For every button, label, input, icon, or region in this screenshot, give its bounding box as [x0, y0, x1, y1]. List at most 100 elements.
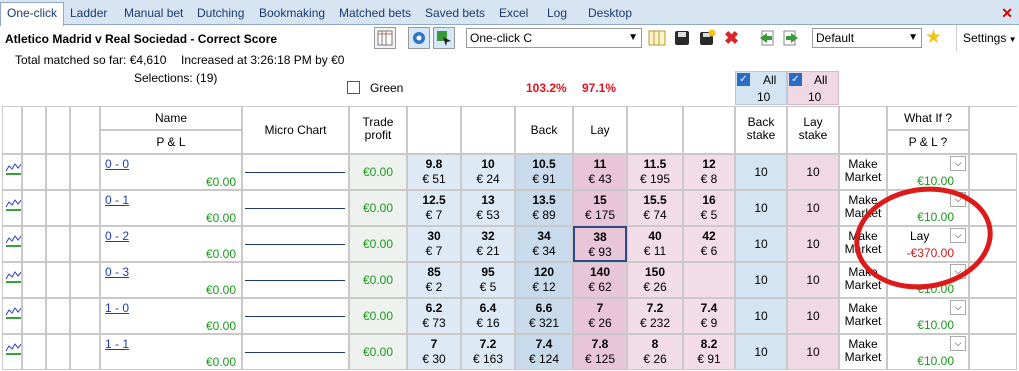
back-price-1[interactable]: 85 € 2 — [407, 262, 461, 298]
back-price-2[interactable]: 32 € 21 — [461, 226, 515, 262]
lay-price-3[interactable]: 8.2 € 91 — [683, 334, 735, 370]
tab-manual-bet[interactable]: Manual bet — [124, 3, 183, 25]
back-price-2[interactable]: 13 € 53 — [461, 190, 515, 226]
star-icon[interactable]: ★ — [925, 26, 942, 49]
cursor-icon[interactable] — [433, 27, 455, 49]
lay-price-2[interactable]: 40 € 11 — [627, 226, 683, 262]
chevron-down-icon[interactable]: ⌵ — [950, 156, 966, 171]
tab-desktop[interactable]: Desktop — [588, 3, 632, 25]
chart-icon-cell[interactable] — [2, 154, 22, 190]
back-price-3[interactable]: 10.5 € 91 — [515, 154, 573, 190]
green-checkbox[interactable] — [347, 81, 360, 94]
make-market-button[interactable]: Make Market — [839, 334, 887, 370]
lay-price-3[interactable]: 12 € 8 — [683, 154, 735, 190]
columns-config-icon[interactable] — [647, 29, 667, 50]
chart-icon[interactable] — [5, 340, 22, 356]
tab-ladder[interactable]: Ladder — [70, 3, 107, 25]
back-price-1[interactable]: 7 € 30 — [407, 334, 461, 370]
trade-profit[interactable]: €0.00 — [349, 262, 407, 298]
all-back-checkbox[interactable]: ✓ — [737, 73, 750, 86]
runner-name[interactable]: 0 - 0 — [105, 157, 129, 171]
lay-price-3[interactable]: 42 € 6 — [683, 226, 735, 262]
chart-icon-cell[interactable] — [2, 298, 22, 334]
chart-icon[interactable] — [5, 160, 22, 176]
chart-icon[interactable] — [5, 196, 22, 212]
settings-menu[interactable]: Settings ▼ — [963, 31, 1017, 45]
close-icon[interactable]: ✕ — [1001, 5, 1013, 22]
lay-price-1[interactable]: 140 € 62 — [573, 262, 627, 298]
trade-profit[interactable]: €0.00 — [349, 298, 407, 334]
profile-select[interactable]: One-click C ▼ — [466, 28, 642, 48]
back-price-2[interactable]: 6.4 € 16 — [461, 298, 515, 334]
lay-price-3[interactable] — [683, 262, 735, 298]
back-stake-input[interactable]: 10 — [735, 262, 787, 298]
tab-matched-bets[interactable]: Matched bets — [339, 3, 411, 25]
lay-price-1[interactable]: 7.8 € 125 — [573, 334, 627, 370]
all-back-stake[interactable]: 10 — [757, 90, 770, 104]
back-stake-input[interactable]: 10 — [735, 154, 787, 190]
save-new-icon[interactable] — [698, 29, 716, 50]
runner-name[interactable]: 0 - 3 — [105, 265, 129, 279]
back-price-3[interactable]: 13.5 € 89 — [515, 190, 573, 226]
back-stake-input[interactable]: 10 — [735, 334, 787, 370]
layout-select[interactable]: Default ▼ — [812, 28, 922, 48]
tab-saved-bets[interactable]: Saved bets — [425, 3, 485, 25]
export-icon[interactable] — [782, 29, 800, 50]
make-market-button[interactable]: Make Market — [839, 154, 887, 190]
lay-price-2[interactable]: 150 € 26 — [627, 262, 683, 298]
chevron-down-icon[interactable]: ⌵ — [950, 300, 966, 315]
trade-profit[interactable]: €0.00 — [349, 154, 407, 190]
runner-name[interactable]: 1 - 0 — [105, 301, 129, 315]
tab-excel[interactable]: Excel — [499, 3, 528, 25]
lay-price-3[interactable]: 16 € 5 — [683, 190, 735, 226]
tab-dutching[interactable]: Dutching — [197, 3, 244, 25]
back-price-1[interactable]: 6.2 € 73 — [407, 298, 461, 334]
tab-one-click[interactable]: One-click — [0, 2, 65, 26]
back-price-1[interactable]: 12.5 € 7 — [407, 190, 461, 226]
back-price-3[interactable]: 7.4 € 124 — [515, 334, 573, 370]
save-icon[interactable] — [673, 29, 691, 50]
trade-profit[interactable]: €0.00 — [349, 226, 407, 262]
chart-icon-cell[interactable] — [2, 262, 22, 298]
lay-stake-input[interactable]: 10 — [787, 226, 839, 262]
runner-name[interactable]: 0 - 1 — [105, 193, 129, 207]
runner-name[interactable]: 0 - 2 — [105, 229, 129, 243]
back-price-1[interactable]: 30 € 7 — [407, 226, 461, 262]
import-icon[interactable] — [758, 29, 776, 50]
back-stake-input[interactable]: 10 — [735, 190, 787, 226]
all-lay-checkbox[interactable]: ✓ — [789, 73, 802, 86]
chart-icon[interactable] — [5, 232, 22, 248]
lay-stake-input[interactable]: 10 — [787, 334, 839, 370]
back-price-2[interactable]: 10 € 24 — [461, 154, 515, 190]
chart-icon[interactable] — [5, 268, 22, 284]
lay-price-3[interactable]: 7.4 € 9 — [683, 298, 735, 334]
what-if-cell[interactable]: €10.00 ⌵ — [887, 298, 969, 334]
lay-price-2[interactable]: 7.2 € 232 — [627, 298, 683, 334]
chart-icon-cell[interactable] — [2, 226, 22, 262]
lay-stake-input[interactable]: 10 — [787, 154, 839, 190]
all-lay-stake[interactable]: 10 — [808, 90, 821, 104]
columns-icon[interactable] — [374, 27, 396, 49]
back-price-3[interactable]: 34 € 34 — [515, 226, 573, 262]
back-price-3[interactable]: 120 € 12 — [515, 262, 573, 298]
what-if-cell[interactable]: €10.00 ⌵ — [887, 154, 969, 190]
lay-stake-input[interactable]: 10 — [787, 298, 839, 334]
back-stake-input[interactable]: 10 — [735, 298, 787, 334]
lay-price-2[interactable]: 8 € 26 — [627, 334, 683, 370]
make-market-button[interactable]: Make Market — [839, 298, 887, 334]
delete-icon[interactable]: ✖ — [724, 28, 739, 49]
trade-profit[interactable]: €0.00 — [349, 334, 407, 370]
tab-log[interactable]: Log — [547, 3, 567, 25]
chart-icon-cell[interactable] — [2, 190, 22, 226]
gear-icon[interactable] — [408, 27, 430, 49]
lay-price-1[interactable]: 11 € 43 — [573, 154, 627, 190]
what-if-cell[interactable]: €10.00 ⌵ — [887, 334, 969, 370]
lay-price-1[interactable]: 7 € 26 — [573, 298, 627, 334]
tab-bookmaking[interactable]: Bookmaking — [259, 3, 325, 25]
lay-price-1[interactable]: 38 € 93 — [573, 226, 627, 262]
back-price-1[interactable]: 9.8 € 51 — [407, 154, 461, 190]
back-price-3[interactable]: 6.6 € 321 — [515, 298, 573, 334]
header-name[interactable]: Name — [100, 106, 242, 130]
runner-name[interactable]: 1 - 1 — [105, 337, 129, 351]
trade-profit[interactable]: €0.00 — [349, 190, 407, 226]
